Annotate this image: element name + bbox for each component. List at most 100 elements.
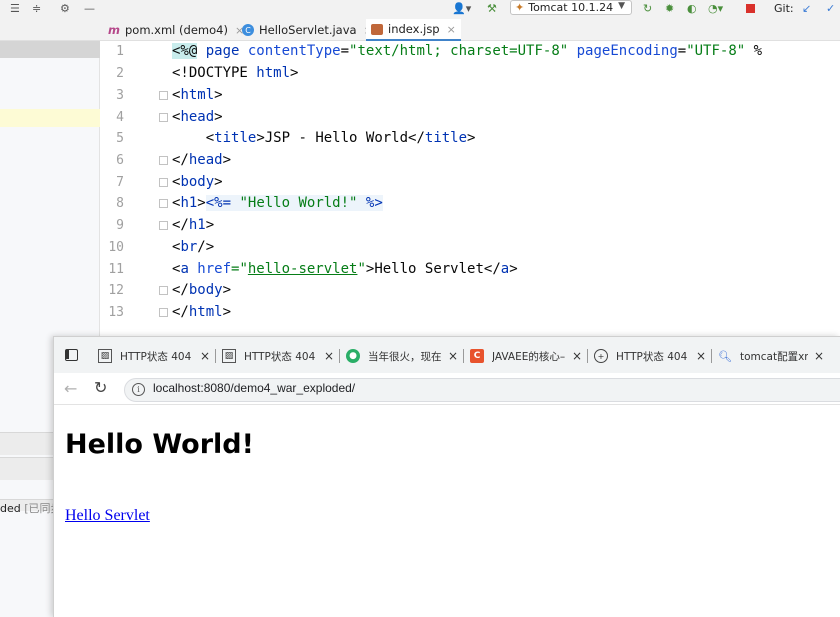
code-line-2: <!DOCTYPE html>: [172, 65, 299, 81]
expand-all-icon[interactable]: ≑: [32, 0, 41, 17]
code-line-1: <%@ page contentType="text/html; charset…: [172, 43, 763, 59]
line-number: 6: [116, 153, 124, 168]
chevron-down-icon: ▼: [618, 1, 625, 11]
collapse-all-icon[interactable]: ☰: [10, 0, 20, 17]
fold-marker-icon[interactable]: [159, 308, 168, 317]
java-class-icon: C: [242, 24, 254, 36]
line-number: 13: [108, 305, 124, 320]
browser-tab-label: tomcat配置xm: [740, 350, 808, 363]
line-number: 10: [108, 240, 124, 255]
tab-index-jsp[interactable]: index.jsp ×: [366, 19, 461, 41]
git-commit-icon[interactable]: ✓: [826, 0, 835, 17]
search-icon: 🔍︎: [718, 349, 732, 363]
line-number: 3: [116, 88, 124, 103]
reload-icon[interactable]: ↻: [94, 378, 107, 397]
code-line-12: </body>: [172, 282, 232, 298]
run-log-text: ded: [0, 502, 21, 515]
close-icon[interactable]: ×: [696, 349, 706, 363]
close-icon[interactable]: ×: [448, 349, 458, 363]
line-number: 8: [116, 196, 124, 211]
debug-icon[interactable]: ✹: [665, 0, 674, 17]
code-line-11: <a href="hello-servlet">Hello Servlet</a…: [172, 261, 518, 277]
broken-image-icon: ▨: [98, 349, 112, 363]
fold-marker-icon[interactable]: [159, 91, 168, 100]
address-bar-url[interactable]: localhost:8080/demo4_war_exploded/: [153, 381, 355, 395]
code-editor[interactable]: [164, 41, 840, 331]
tab-label: index.jsp: [388, 22, 440, 36]
git-update-icon[interactable]: ↙: [802, 0, 811, 17]
profile-icon[interactable]: ◔▾: [708, 0, 723, 17]
broken-image-icon: ▨: [222, 349, 236, 363]
line-number: 1: [116, 44, 124, 59]
close-icon[interactable]: ×: [447, 23, 456, 36]
browser-tab-label: HTTP状态 404 –: [120, 350, 194, 363]
stop-icon[interactable]: [746, 0, 755, 17]
tab-actions-icon[interactable]: [65, 349, 78, 361]
run-configuration-label: Tomcat 10.1.24: [528, 1, 614, 14]
code-line-9: </h1>: [172, 217, 215, 233]
coverage-icon[interactable]: ◐: [687, 0, 697, 17]
fold-marker-icon[interactable]: [159, 113, 168, 122]
browser-tab-label: JAVAEE的核心–: [492, 350, 566, 363]
browser-tab-label: HTTP状态 404 –: [244, 350, 318, 363]
tab-label: HelloServlet.java: [259, 23, 357, 37]
browser-tab[interactable]: ● 当年很火，现在 ×: [346, 345, 458, 367]
code-line-6: </head>: [172, 152, 232, 168]
globe-icon: +: [594, 349, 608, 363]
browser-tab[interactable]: + HTTP状态 404 – ×: [594, 345, 706, 367]
close-icon[interactable]: ×: [814, 349, 824, 363]
code-line-13: </html>: [172, 304, 232, 320]
tab-separator: [463, 349, 464, 363]
close-icon[interactable]: ×: [200, 349, 210, 363]
git-label: Git:: [774, 2, 794, 15]
info-icon[interactable]: i: [132, 383, 145, 396]
fold-marker-icon[interactable]: [159, 178, 168, 187]
build-hammer-icon[interactable]: ⚒: [487, 0, 497, 17]
code-line-5: <title>JSP - Hello World</title>: [172, 130, 476, 146]
hello-servlet-link[interactable]: Hello Servlet: [65, 507, 150, 525]
tab-separator: [587, 349, 588, 363]
back-arrow-icon[interactable]: ←: [64, 379, 77, 398]
fold-marker-icon[interactable]: [159, 286, 168, 295]
project-tree-selected-row[interactable]: [0, 41, 100, 58]
fold-marker-icon[interactable]: [159, 221, 168, 230]
rerun-icon[interactable]: ↻: [643, 0, 652, 17]
close-icon[interactable]: ×: [572, 349, 582, 363]
code-line-10: <br/>: [172, 239, 215, 255]
tab-label: pom.xml (demo4): [124, 23, 228, 37]
browser-tab-label: HTTP状态 404 –: [616, 350, 690, 363]
line-number: 2: [116, 66, 124, 81]
tomcat-icon: ✦: [515, 1, 525, 14]
project-tree-highlighted-row[interactable]: [0, 109, 100, 127]
code-line-3: <html>: [172, 87, 223, 103]
page-heading: Hello World!: [65, 429, 254, 460]
browser-tab[interactable]: 🔍︎ tomcat配置xm ×: [718, 345, 824, 367]
browser-tab[interactable]: ▨ HTTP状态 404 – ×: [98, 345, 210, 367]
tab-pom-xml[interactable]: m pom.xml (demo4) ×: [108, 19, 244, 41]
fold-marker-icon[interactable]: [159, 156, 168, 165]
line-number: 7: [116, 175, 124, 190]
jsp-file-icon: [371, 23, 383, 35]
editor-tab-bar: m pom.xml (demo4) × C HelloServlet.java …: [100, 17, 840, 41]
minimize-icon[interactable]: —: [84, 0, 95, 17]
fold-marker-icon[interactable]: [159, 199, 168, 208]
gear-icon[interactable]: ⚙: [60, 0, 70, 17]
project-panel-header: [0, 17, 100, 41]
user-icon[interactable]: 👤▾: [452, 0, 471, 17]
tab-helloservlet-java[interactable]: C HelloServlet.java ×: [242, 19, 373, 41]
tab-separator: [215, 349, 216, 363]
line-number: 12: [108, 283, 124, 298]
web-page-content: Hello World! Hello Servlet: [54, 405, 840, 617]
close-icon[interactable]: ×: [324, 349, 334, 363]
line-number: 9: [116, 218, 124, 233]
wechat-icon: ●: [346, 349, 360, 363]
line-number: 4: [116, 110, 124, 125]
tab-separator: [339, 349, 340, 363]
browser-tab[interactable]: ▨ HTTP状态 404 – ×: [222, 345, 334, 367]
browser-tab[interactable]: C JAVAEE的核心– ×: [470, 345, 582, 367]
ide-toolbar: ☰ ≑ ⚙ — 👤▾ ⚒ ✦ Tomcat 10.1.24 ▼ ↻ ✹ ◐ ◔▾…: [0, 0, 840, 17]
run-configuration-select[interactable]: ✦ Tomcat 10.1.24 ▼: [510, 0, 632, 15]
browser-window: ▨ HTTP状态 404 – × ▨ HTTP状态 404 – × ● 当年很火…: [53, 336, 840, 617]
code-line-8: <h1><%= "Hello World!" %>: [172, 195, 383, 211]
maven-icon: m: [108, 23, 120, 37]
